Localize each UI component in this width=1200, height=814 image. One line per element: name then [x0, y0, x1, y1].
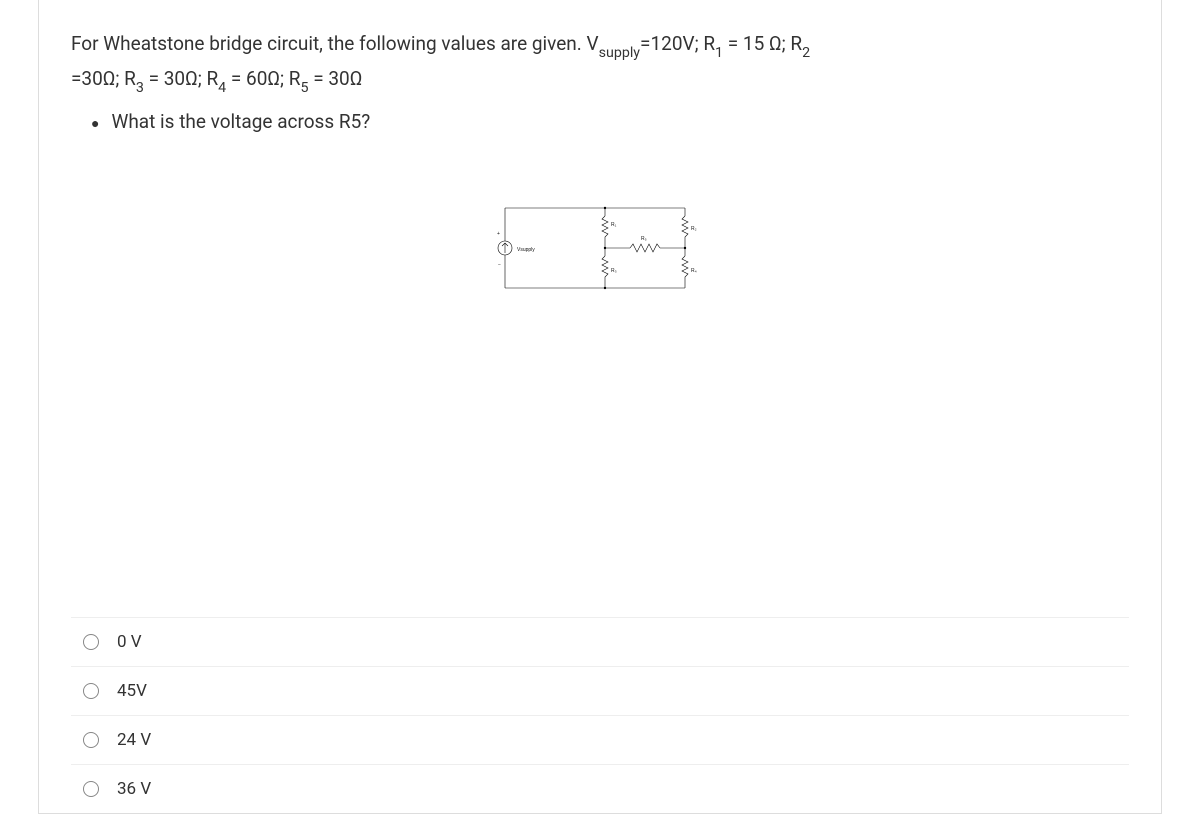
circuit-diagram: + − Vsupply R₁ R₃ R₂ R₄ [485, 188, 715, 308]
vsupply-label: Vsupply [517, 247, 535, 253]
r1-label: R₁ [611, 222, 617, 228]
resistor-r5-icon [630, 244, 660, 252]
option-0v[interactable]: 0 V [71, 617, 1129, 666]
r3-label: R₃ [611, 268, 617, 274]
option-45v[interactable]: 45V [71, 666, 1129, 715]
question-container: For Wheatstone bridge circuit, the follo… [38, 0, 1162, 814]
resistor-r3-icon [602, 256, 608, 280]
option-label: 36 V [117, 779, 151, 799]
r4-label: R₄ [691, 268, 697, 274]
option-label: 24 V [117, 730, 151, 750]
svg-text:−: − [498, 262, 501, 268]
radio-icon[interactable] [83, 634, 99, 650]
option-24v[interactable]: 24 V [71, 715, 1129, 764]
radio-icon[interactable] [83, 683, 99, 699]
stem-text: For Wheatstone bridge circuit, the follo… [71, 32, 810, 90]
circuit-diagram-wrap: + − Vsupply R₁ R₃ R₂ R₄ [71, 188, 1129, 308]
resistor-r4-icon [682, 256, 688, 280]
bullet-icon: ● [91, 110, 99, 138]
bullet-text: What is the voltage across R5? [111, 110, 370, 133]
r2-label: R₂ [691, 226, 697, 232]
resistor-r1-icon [602, 216, 608, 240]
option-label: 45V [117, 681, 147, 701]
answer-options: 0 V 45V 24 V 36 V [71, 617, 1129, 813]
vsupply-icon: + − [497, 231, 512, 268]
question-bullet: ● What is the voltage across R5? [91, 110, 1129, 138]
svg-text:+: + [497, 231, 500, 237]
option-36v[interactable]: 36 V [71, 764, 1129, 813]
question-stem: For Wheatstone bridge circuit, the follo… [71, 28, 1129, 98]
option-label: 0 V [117, 632, 142, 652]
radio-icon[interactable] [83, 732, 99, 748]
radio-icon[interactable] [83, 781, 99, 797]
resistor-r2-icon [682, 216, 688, 240]
r5-label: R₅ [641, 236, 647, 242]
